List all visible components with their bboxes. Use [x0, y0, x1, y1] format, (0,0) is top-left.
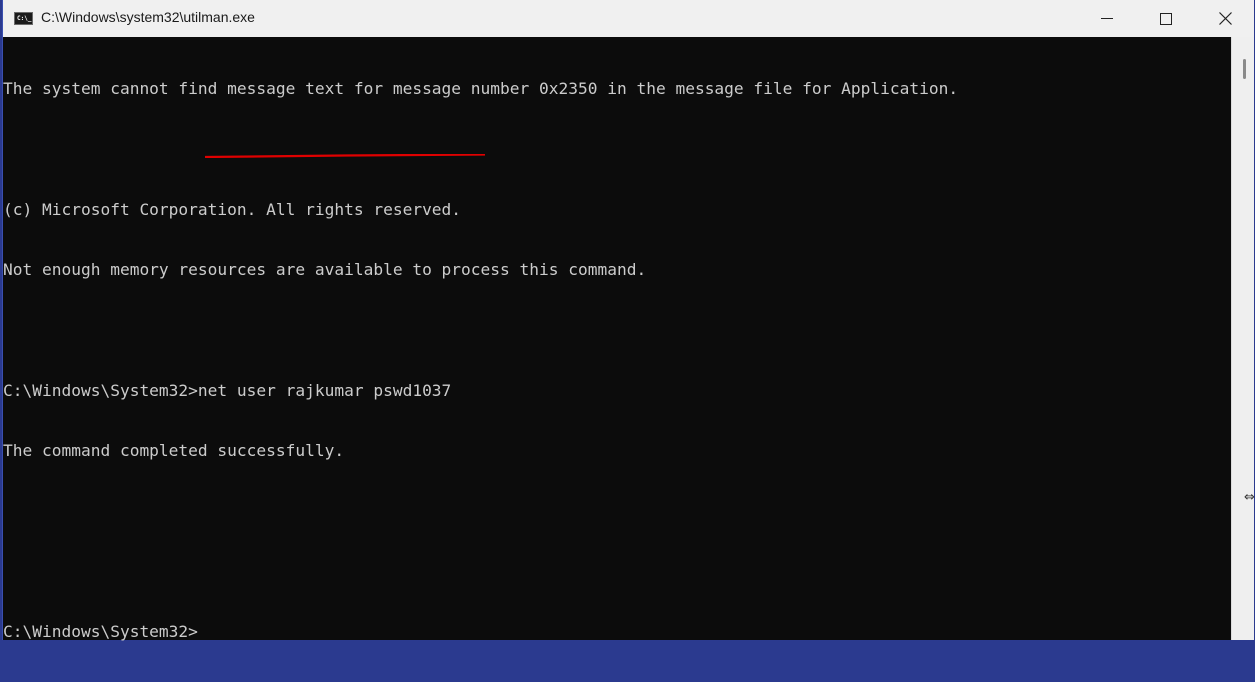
maximize-button[interactable]	[1137, 0, 1195, 37]
resize-cursor-icon: ⇔	[1244, 490, 1255, 505]
title-bar[interactable]: C:\_ C:\Windows\system32\utilman.exe	[3, 0, 1254, 37]
minimize-button[interactable]	[1078, 0, 1136, 37]
close-icon	[1218, 12, 1232, 25]
console-line: (c) Microsoft Corporation. All rights re…	[3, 199, 462, 219]
console-line: The system cannot find message text for …	[3, 79, 959, 99]
console-line: Not enough memory resources are availabl…	[3, 260, 647, 280]
console-line-command: C:\Windows\System32>net user rajkumar ps…	[3, 380, 452, 400]
console-icon-glyph: C:\_	[17, 15, 32, 22]
red-underline-annotation	[205, 154, 485, 158]
console-icon: C:\_	[14, 12, 33, 25]
vertical-scrollbar[interactable]	[1231, 37, 1254, 640]
console-line: The command completed successfully.	[3, 440, 345, 460]
console-output[interactable]: The system cannot find message text for …	[3, 37, 1231, 642]
console-prompt[interactable]: C:\Windows\System32>	[3, 622, 1231, 642]
scrollbar-thumb[interactable]	[1243, 59, 1246, 79]
window-title: C:\Windows\system32\utilman.exe	[41, 9, 255, 25]
console-window: C:\_ C:\Windows\system32\utilman.exe The…	[2, 0, 1254, 642]
minimize-icon	[1101, 18, 1113, 19]
maximize-icon	[1160, 12, 1172, 25]
close-button[interactable]	[1196, 0, 1254, 37]
